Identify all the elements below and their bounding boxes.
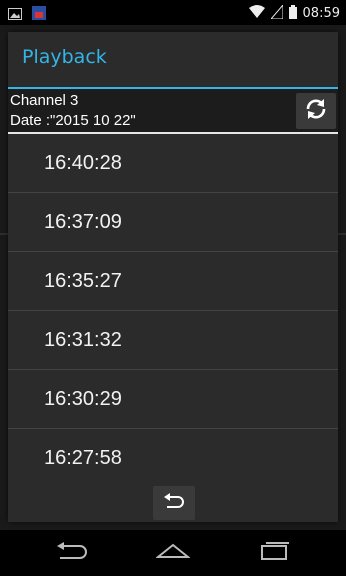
- undo-icon: [163, 493, 185, 513]
- nav-back-button[interactable]: [52, 541, 92, 565]
- channel-header: Channel 3 Date :"2015 10 22": [8, 89, 338, 133]
- recents-icon: [258, 542, 290, 564]
- time-label: 16:30:29: [44, 387, 122, 410]
- time-label: 16:37:09: [44, 210, 122, 233]
- back-icon: [56, 542, 88, 564]
- list-item[interactable]: 16:37:09: [8, 193, 338, 252]
- list-item[interactable]: 16:40:28: [8, 134, 338, 193]
- time-label: 16:31:32: [44, 328, 122, 351]
- playback-dialog: Playback Channel 3 Date :"2015 10 22" 16…: [8, 32, 338, 522]
- nav-home-button[interactable]: [153, 541, 193, 565]
- dialog-back-button[interactable]: [153, 486, 195, 520]
- nav-recents-button[interactable]: [254, 541, 294, 565]
- navigation-bar: [0, 530, 346, 576]
- list-item[interactable]: 16:31:32: [8, 311, 338, 370]
- app-notification-icon: [32, 5, 46, 24]
- refresh-button[interactable]: [296, 93, 336, 129]
- channel-label: Channel 3: [10, 92, 79, 109]
- time-label: 16:35:27: [44, 269, 122, 292]
- list-item[interactable]: 16:35:27: [8, 252, 338, 311]
- list-item[interactable]: 16:30:29: [8, 370, 338, 429]
- list-item[interactable]: 16:27:58: [8, 429, 338, 478]
- dialog-title: Playback: [22, 46, 107, 68]
- time-label: 16:27:58: [44, 446, 122, 469]
- battery-icon: [288, 4, 297, 23]
- refresh-icon: [304, 97, 328, 125]
- playback-time-list: 16:40:28 16:37:09 16:35:27 16:31:32 16:3…: [8, 134, 338, 478]
- wifi-icon: [248, 4, 265, 23]
- signal-icon: [269, 3, 284, 23]
- home-icon: [155, 543, 191, 563]
- image-icon: [8, 5, 22, 24]
- status-bar: 08:59: [0, 0, 346, 25]
- status-time: 08:59: [302, 6, 340, 21]
- time-label: 16:40:28: [44, 151, 122, 174]
- date-label: Date :"2015 10 22": [10, 112, 136, 129]
